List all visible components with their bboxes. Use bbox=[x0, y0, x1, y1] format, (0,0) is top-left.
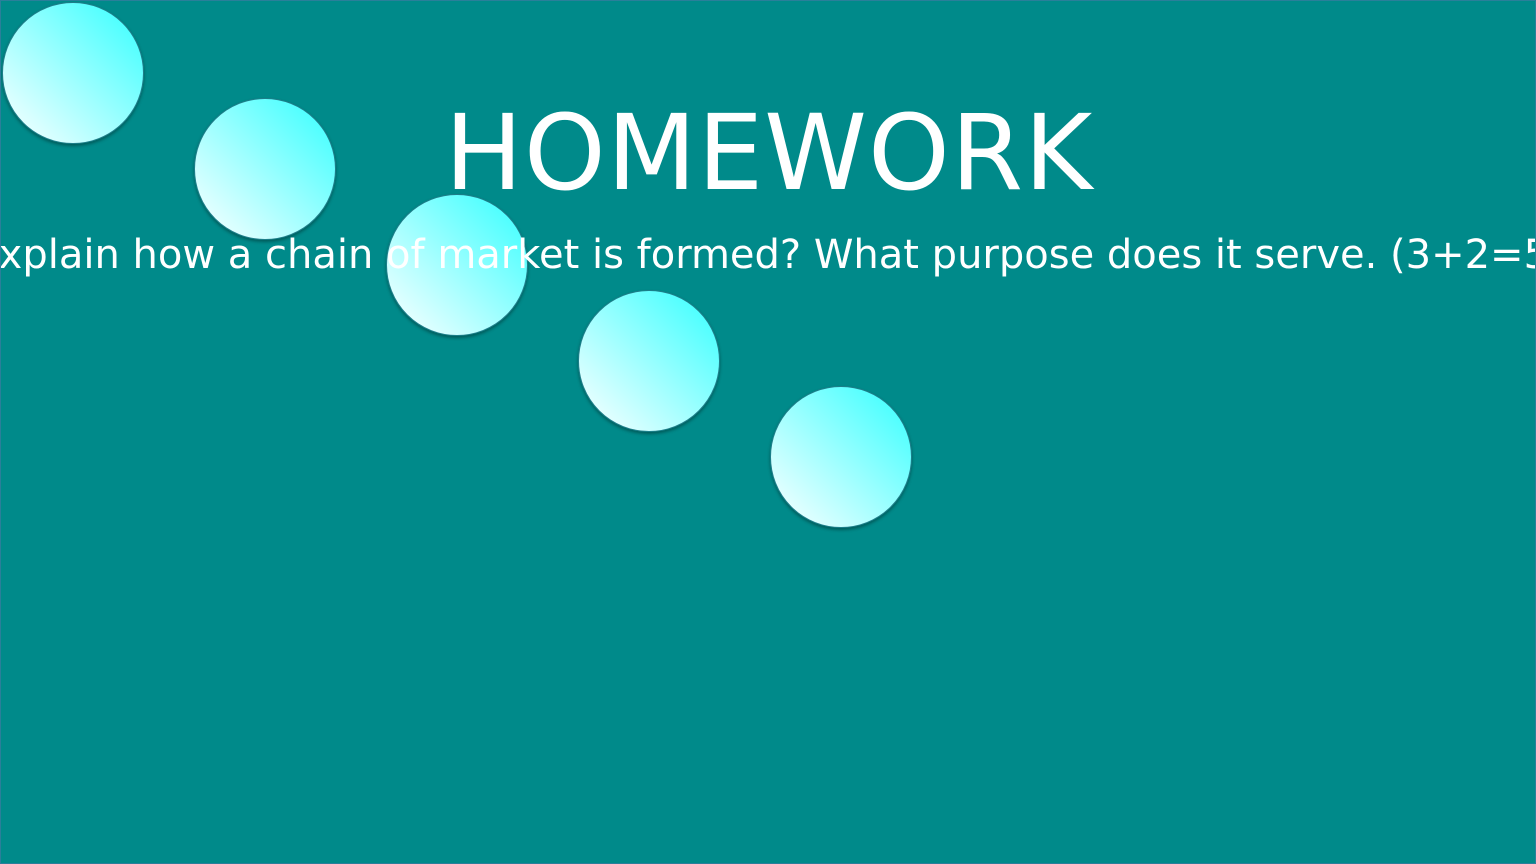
slide-title: HOMEWORK bbox=[444, 92, 1094, 214]
decorative-circle bbox=[578, 290, 720, 432]
homework-question-container: Explain how a chain of market is formed?… bbox=[1, 231, 1536, 279]
slide: HOMEWORK Explain how a chain of market i… bbox=[0, 0, 1536, 864]
decorative-circle bbox=[770, 386, 912, 528]
homework-question: Explain how a chain of market is formed?… bbox=[1, 232, 1536, 278]
